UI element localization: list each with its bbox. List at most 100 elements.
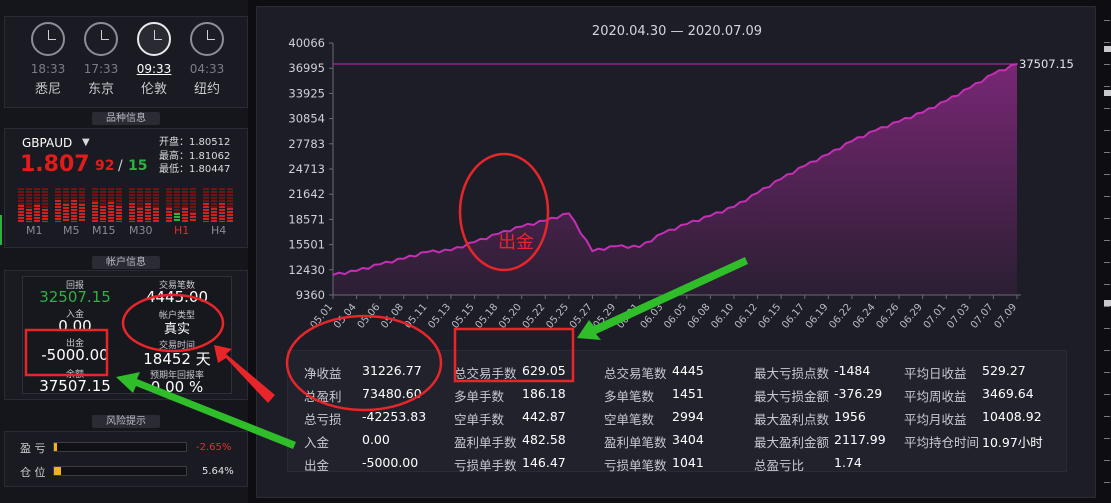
strength-column <box>227 188 233 222</box>
strength-fill <box>116 206 122 222</box>
data-point <box>921 111 924 114</box>
edge-tick <box>1104 328 1110 329</box>
stat-value: 31226.77 <box>362 363 422 378</box>
stat-label: 总盈亏比 <box>754 458 805 473</box>
edge-tick <box>1104 130 1110 131</box>
stat-label: 平均日收益 <box>904 366 967 381</box>
strength-fill <box>55 199 61 222</box>
data-point <box>803 165 806 167</box>
x-tick-label: 07.07 <box>969 302 996 331</box>
stat-label: 多单手数 <box>454 389 505 404</box>
strength-column <box>63 188 69 222</box>
clock-tokyo[interactable]: 17:33 东京 <box>77 22 125 97</box>
edge-tick <box>1104 108 1110 109</box>
strength-fill <box>219 203 225 222</box>
x-tick-label: 06.17 <box>780 302 807 331</box>
timeframe-tab-m5[interactable]: M5 <box>63 224 80 237</box>
stat-item: 出金 -5000.00 <box>304 455 418 474</box>
timeframe-tab-h4[interactable]: H4 <box>211 224 226 237</box>
y-tick-label: 12430 <box>288 263 325 277</box>
stat-value: -1484 <box>834 363 871 378</box>
trade-time-value: 18452 天 <box>143 350 211 368</box>
stat-label: 盈利单笔数 <box>604 435 667 450</box>
clock-london[interactable]: 09:33 伦敦 <box>130 22 178 97</box>
data-point <box>355 270 358 272</box>
x-tick-label: 05.22 <box>521 302 548 331</box>
stat-value: 529.27 <box>982 363 1026 378</box>
clock-time: 09:33 <box>136 62 172 76</box>
clock-sydney[interactable]: 18:33 悉尼 <box>24 22 72 97</box>
x-tick-label: 06.01 <box>615 302 642 331</box>
x-tick-label: 06.29 <box>898 302 925 331</box>
timeframe-tab-m15[interactable]: M15 <box>92 224 116 237</box>
clock-time: 17:33 <box>83 62 119 76</box>
stat-value: -376.29 <box>834 386 883 401</box>
position-bar <box>53 466 187 476</box>
stat-value: 1041 <box>672 455 704 470</box>
right-edge-scale <box>1100 0 1111 503</box>
pl-label: 盈 亏 <box>20 442 46 455</box>
strength-fill <box>63 204 69 222</box>
strength-column <box>211 188 217 222</box>
timeframe-tab-m30[interactable]: M30 <box>129 224 153 237</box>
withdraw-value: -5000.00 <box>41 346 109 364</box>
y-tick-label: 24713 <box>288 162 325 176</box>
y-tick-label: 40066 <box>288 36 325 50</box>
data-point <box>638 246 641 248</box>
stat-item: 亏损单笔数 1041 <box>604 455 704 474</box>
price-ask-small: 15 <box>128 158 148 174</box>
x-tick-label: 05.13 <box>426 302 453 331</box>
left-panel: 18:33 悉尼 17:33 东京 09:33 伦敦 04:33 纽约 品种信息… <box>0 0 248 503</box>
strength-column <box>100 188 106 222</box>
strength-fill <box>26 209 32 222</box>
stat-label: 最大盈利金额 <box>754 435 830 450</box>
edge-tick <box>1104 372 1110 373</box>
chevron-down-icon[interactable]: ▼ <box>82 137 90 148</box>
x-tick-label: 06.12 <box>733 302 760 331</box>
stat-item: 平均周收益 3469.64 <box>904 386 1034 405</box>
data-point <box>709 215 712 217</box>
edge-tick <box>1104 240 1110 241</box>
edge-marker <box>1104 300 1111 306</box>
position-label: 仓 位 <box>20 466 46 479</box>
strength-bar-m30 <box>129 188 163 222</box>
x-tick-label: 06.03 <box>639 302 666 331</box>
strength-fill <box>174 212 180 222</box>
price-slash: / <box>118 158 123 174</box>
pl-percent: -2.65% <box>196 442 232 453</box>
clock-newyork[interactable]: 04:33 纽约 <box>183 22 231 97</box>
section-header-product: 品种信息 <box>4 111 248 127</box>
strength-fill <box>153 207 159 222</box>
stat-value: -5000.00 <box>362 455 419 470</box>
annual-return-value: 0.00 % <box>150 378 204 396</box>
timeframe-tab-m1[interactable]: M1 <box>26 224 43 237</box>
edge-tick <box>1104 152 1110 153</box>
y-tick-label: 21642 <box>288 187 325 201</box>
symbol-label[interactable]: GBPAUD <box>22 136 72 150</box>
strength-fill <box>203 203 209 222</box>
data-point <box>756 192 759 194</box>
stat-item: 空单笔数 2994 <box>604 409 704 428</box>
stat-value: 3469.64 <box>982 386 1034 401</box>
stat-item: 平均月收益 10408.92 <box>904 409 1042 428</box>
x-tick-label: 05.15 <box>450 302 477 331</box>
strength-column <box>174 188 180 222</box>
stat-label: 最大亏损点数 <box>754 366 830 381</box>
timeframe-tab-h1[interactable]: H1 <box>174 224 189 237</box>
strength-column <box>26 188 32 222</box>
data-point <box>969 87 971 89</box>
strength-fill <box>42 209 48 222</box>
stat-value: 482.58 <box>522 432 566 447</box>
edge-tick <box>1104 350 1110 351</box>
stat-label: 入金 <box>304 435 330 450</box>
stat-item: 总交易手数 629.05 <box>454 363 566 382</box>
strength-column <box>190 188 196 222</box>
timeframe-strength-bars <box>18 188 238 238</box>
x-tick-label: 06.22 <box>827 302 854 331</box>
x-tick-label: 05.20 <box>497 302 524 331</box>
strength-column <box>145 188 151 222</box>
position-bar-fill <box>54 467 62 475</box>
edge-tick <box>1104 20 1110 21</box>
stat-item: 多单手数 186.18 <box>454 386 566 405</box>
data-point <box>945 100 948 102</box>
